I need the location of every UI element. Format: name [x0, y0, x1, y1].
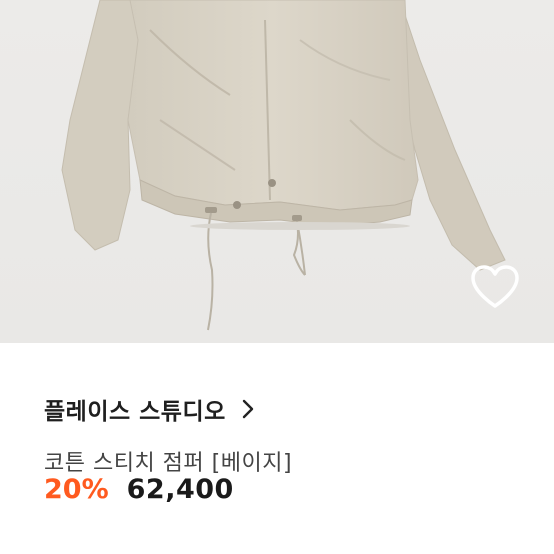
chevron-right-icon: [242, 399, 253, 419]
heart-outline-icon: [471, 265, 519, 308]
product-name[interactable]: 코튼 스티치 점퍼 [베이지]: [44, 445, 292, 477]
price-row: 20% 62,400: [44, 474, 234, 514]
discount-rate: 20%: [44, 474, 109, 505]
brand-name[interactable]: 플레이스 스튜디오: [44, 392, 226, 426]
sale-price: 62,400: [126, 474, 234, 505]
brand-link[interactable]: 플레이스 스튜디오: [44, 392, 254, 426]
wishlist-button[interactable]: [467, 262, 523, 312]
